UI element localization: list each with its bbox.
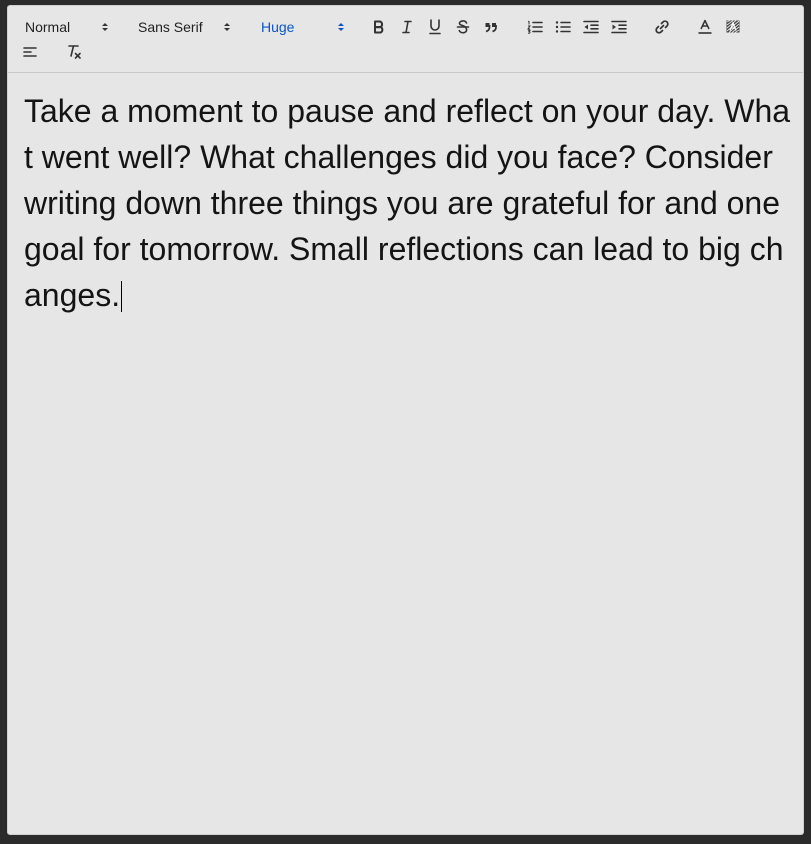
ordered-list-button[interactable] bbox=[523, 16, 547, 38]
indent-button[interactable] bbox=[607, 16, 631, 38]
size-picker[interactable]: Huge bbox=[261, 16, 347, 38]
align-left-button[interactable] bbox=[19, 41, 43, 63]
outdent-button[interactable] bbox=[579, 16, 603, 38]
header-picker[interactable]: Normal bbox=[25, 16, 111, 38]
editor-content[interactable]: Take a moment to pause and reflect on yo… bbox=[24, 88, 796, 318]
outdent-icon bbox=[583, 20, 599, 34]
bullet-list-icon bbox=[555, 21, 571, 33]
blockquote-icon bbox=[485, 23, 497, 33]
strike-icon bbox=[456, 20, 470, 34]
italic-button[interactable] bbox=[395, 16, 419, 38]
bold-icon bbox=[374, 20, 384, 34]
background-color-icon bbox=[726, 20, 740, 33]
editor-text: Take a moment to pause and reflect on yo… bbox=[24, 93, 791, 313]
font-picker-label: Sans Serif bbox=[138, 19, 203, 35]
bullet-list-button[interactable] bbox=[551, 16, 575, 38]
link-icon bbox=[655, 20, 669, 34]
bold-button[interactable] bbox=[367, 16, 391, 38]
chevron-up-down-icon bbox=[224, 23, 230, 31]
background-color-button[interactable] bbox=[721, 16, 745, 38]
underline-icon bbox=[429, 19, 441, 35]
blockquote-button[interactable] bbox=[479, 16, 503, 38]
rich-text-editor: Normal Sans Serif Huge Take a moment to … bbox=[7, 5, 804, 835]
chevron-up-down-icon bbox=[338, 23, 344, 31]
font-picker[interactable]: Sans Serif bbox=[138, 16, 234, 38]
text-cursor bbox=[121, 281, 123, 312]
underline-button[interactable] bbox=[423, 16, 447, 38]
clear-format-icon bbox=[68, 45, 81, 59]
align-left-icon bbox=[23, 47, 37, 57]
clear-format-button[interactable] bbox=[62, 41, 86, 63]
header-picker-label: Normal bbox=[25, 19, 71, 35]
text-color-button[interactable] bbox=[693, 16, 717, 38]
size-picker-label: Huge bbox=[261, 19, 295, 35]
link-button[interactable] bbox=[650, 16, 674, 38]
italic-icon bbox=[402, 20, 412, 34]
text-color-icon bbox=[698, 19, 712, 34]
strike-button[interactable] bbox=[451, 16, 475, 38]
chevron-up-down-icon bbox=[102, 23, 108, 31]
editor-toolbar: Normal Sans Serif Huge bbox=[8, 6, 803, 73]
ordered-list-icon bbox=[527, 20, 543, 34]
indent-icon bbox=[611, 20, 627, 34]
